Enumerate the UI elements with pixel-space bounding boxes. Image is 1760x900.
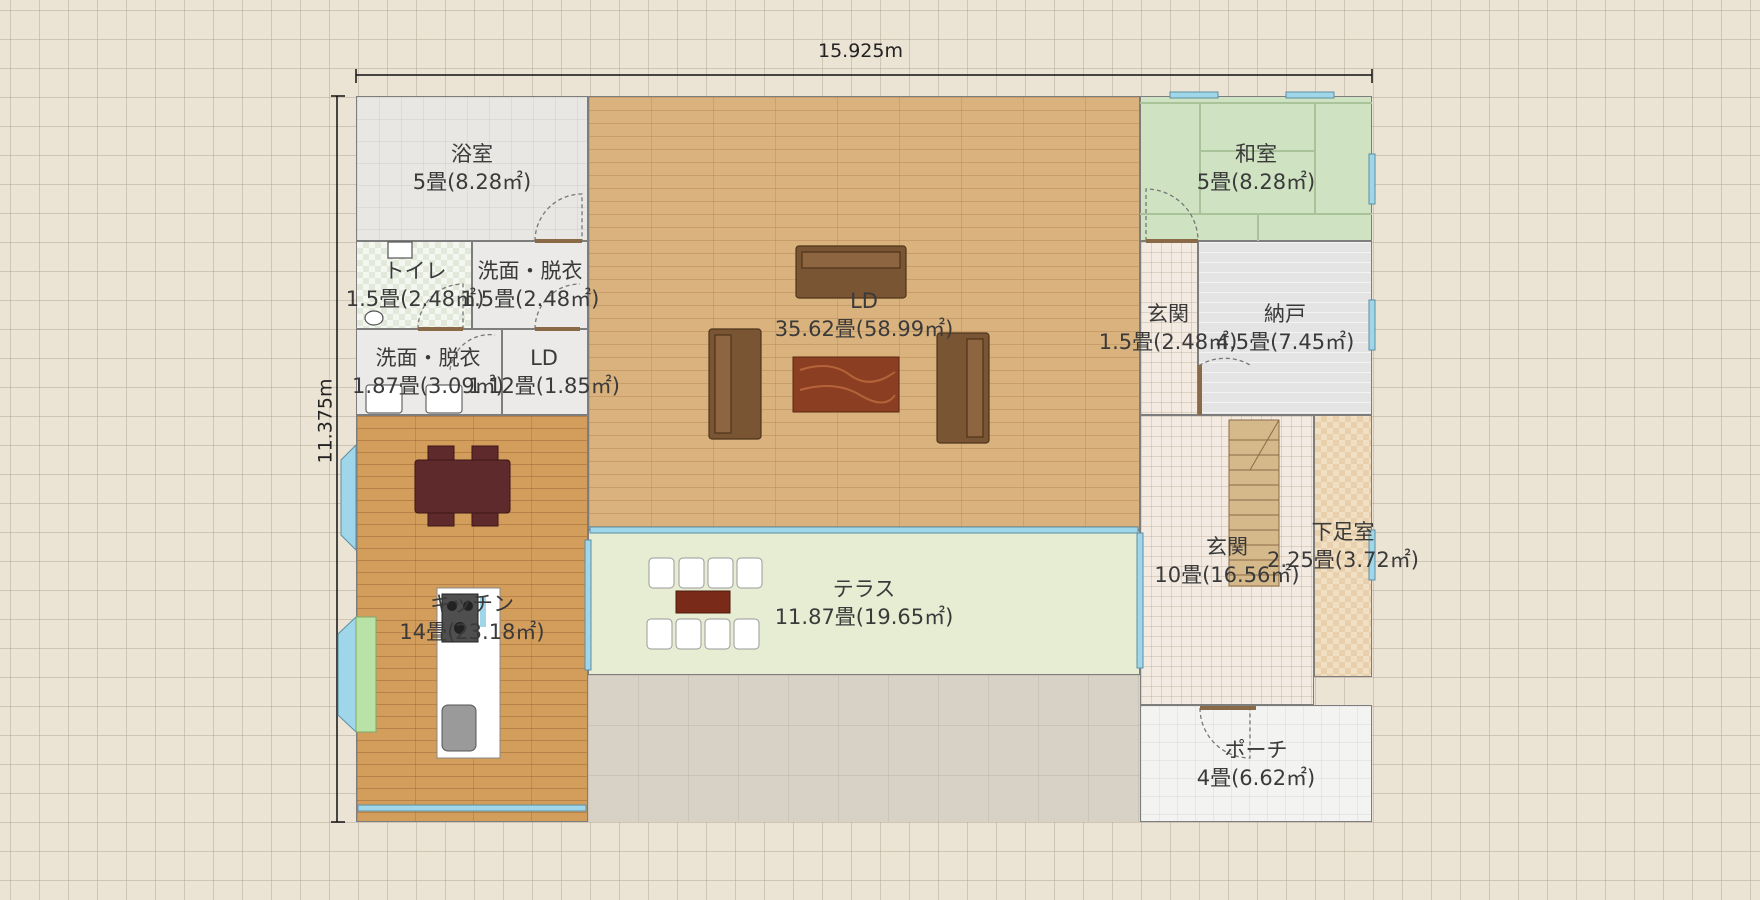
label-bathroom: 浴室 5畳(8.28㎡) <box>413 140 532 196</box>
room-size: 11.87畳(19.65㎡) <box>774 605 954 629</box>
width-dimension-label: 15.925m <box>818 40 903 62</box>
room-size: 4畳(6.62㎡) <box>1196 766 1316 790</box>
room-size: 1.5畳(2.48㎡) <box>460 287 600 311</box>
room-size: 5畳(8.28㎡) <box>1196 170 1316 194</box>
room-size: 4.5畳(7.45㎡) <box>1215 330 1355 354</box>
room-size: 1.12畳(1.85㎡) <box>468 374 620 398</box>
exterior-paving <box>588 675 1140 822</box>
label-shoe-room: 下足室 2.25畳(3.72㎡) <box>1267 518 1419 574</box>
room-name: 下足室 <box>1311 520 1375 544</box>
room-name: LD <box>530 346 558 370</box>
label-porch: ポーチ 4畳(6.62㎡) <box>1197 736 1316 792</box>
room-name: LD <box>850 289 878 313</box>
room-name: 洗面・脱衣 <box>477 259 583 283</box>
bay-window-kitchen-lower <box>337 615 357 734</box>
room-size: 14畳(23.18㎡) <box>399 620 545 644</box>
room-size: 5畳(8.28㎡) <box>412 170 532 194</box>
room-name: 納戸 <box>1263 302 1306 326</box>
bay-window-kitchen-upper <box>340 443 357 552</box>
label-kitchen: キッチン 14畳(23.18㎡) <box>399 590 544 646</box>
room-size: 35.62畳(58.99㎡) <box>774 317 954 341</box>
label-nando: 納戸 4.5畳(7.45㎡) <box>1216 300 1355 356</box>
room-name: ポーチ <box>1224 738 1288 762</box>
room-name: 和室 <box>1234 142 1277 166</box>
label-washitsu: 和室 5畳(8.28㎡) <box>1197 140 1316 196</box>
label-ld-main: LD 35.62畳(58.99㎡) <box>775 287 954 343</box>
room-name: 浴室 <box>450 142 493 166</box>
label-washroom-1: 洗面・脱衣 1.5畳(2.48㎡) <box>461 257 600 313</box>
room-name: テラス <box>832 577 896 601</box>
room-size: 2.25畳(3.72㎡) <box>1267 548 1419 572</box>
room-name: キッチン <box>429 592 514 616</box>
label-ld-small: LD 1.12畳(1.85㎡) <box>468 344 620 400</box>
height-dimension-label: 11.375m <box>314 378 337 464</box>
label-terrace: テラス 11.87畳(19.65㎡) <box>775 575 954 631</box>
